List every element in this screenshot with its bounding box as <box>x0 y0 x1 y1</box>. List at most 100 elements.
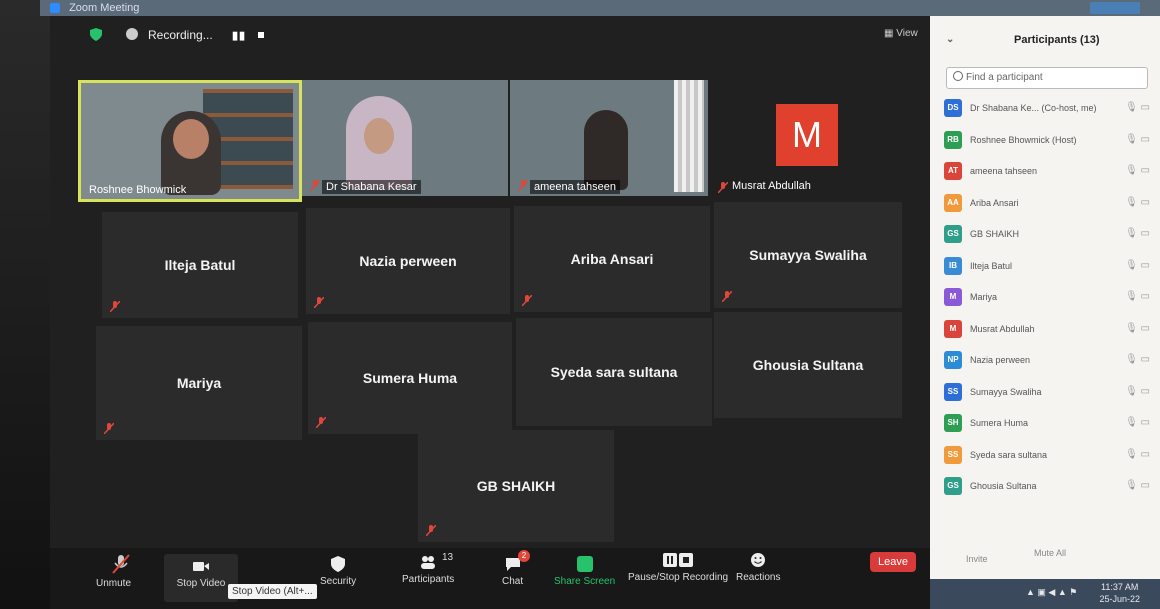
muted-mic-icon <box>522 295 532 306</box>
mute-all-button[interactable]: Mute All <box>1034 548 1066 558</box>
participant-row[interactable]: AT ameena tahseen 🎙 ▭ <box>944 159 1154 183</box>
muted-mic-icon <box>426 525 436 536</box>
participant-face <box>173 119 209 159</box>
participant-avatar: SH <box>944 414 962 432</box>
participant-row[interactable]: GS GB SHAIKH 🎙 ▭ <box>944 222 1154 246</box>
participant-name: Mariya <box>970 292 998 302</box>
mic-camera-status-icon: 🎙 ▭ <box>1125 291 1150 302</box>
pause-recording-icon[interactable]: ▮▮ <box>232 29 246 42</box>
participant-avatar: M <box>944 319 962 338</box>
participant-avatar: SS <box>944 382 962 401</box>
unmute-label: Unmute <box>96 578 132 589</box>
participant-name: GB SHAIKH <box>970 229 1020 239</box>
participant-face <box>364 118 394 154</box>
participant-name: Ghousia Sultana <box>752 357 864 373</box>
video-tile-roshnee[interactable]: Roshnee Bhowmick <box>78 80 302 202</box>
encryption-shield-icon[interactable] <box>90 28 102 41</box>
mic-camera-status-icon: 🎙 ▭ <box>1125 133 1150 145</box>
muted-mic-icon <box>310 180 320 191</box>
participant-name-tag: Roshnee Bhowmick <box>89 184 187 196</box>
participant-name: GB SHAIKH <box>476 478 556 494</box>
panel-title: Participants (13) <box>1014 34 1100 46</box>
participant-name-tag: ameena tahseen <box>530 180 620 194</box>
panel-header: ⌄ Participants (13) <box>930 16 1160 66</box>
mic-camera-status-icon: 🎙 ▭ <box>1125 322 1150 334</box>
video-tile-shabana[interactable]: Dr Shabana Kesar <box>302 80 508 196</box>
participant-row[interactable]: RB Roshnee Bhowmick (Host) 🎙 ▭ <box>944 128 1154 152</box>
tile-sumera[interactable]: Sumera Huma <box>308 322 512 434</box>
meeting-top-bar: Recording... ▮▮ ▦ View <box>50 24 930 46</box>
reactions-button[interactable]: Reactions <box>736 552 780 583</box>
participant-row[interactable]: GS Ghousia Sultana 🎙 ▭ <box>944 474 1154 498</box>
mic-camera-status-icon: 🎙 ▭ <box>1125 448 1150 460</box>
system-taskbar: ▲ ▣ ◀ ▲ ⚑ 11:37 AM 25-Jun-22 <box>930 579 1160 609</box>
participant-row[interactable]: M Musrat Abdullah 🎙 ▭ <box>944 317 1154 341</box>
recording-dot-icon <box>126 28 138 40</box>
chevron-down-icon[interactable]: ⌄ <box>946 34 954 45</box>
participant-avatar: GS <box>944 225 962 243</box>
view-button[interactable]: ▦ View <box>884 28 918 39</box>
participant-name: Roshnee Bhowmick (Host) <box>970 134 1077 145</box>
muted-mic-icon <box>316 417 326 428</box>
participant-row[interactable]: AA Ariba Ansari 🎙 ▭ <box>944 191 1154 215</box>
panel-footer: Invite Mute All <box>930 546 1160 574</box>
share-screen-button[interactable]: Share Screen <box>554 556 615 587</box>
participant-row[interactable]: DS Dr Shabana Ke... (Co-host, me) 🎙 ▭ <box>944 96 1154 120</box>
participant-name: Sumayya Swaliha <box>970 386 1042 397</box>
tile-ghousia[interactable]: Ghousia Sultana <box>714 312 902 418</box>
pause-stop-icon <box>663 553 694 567</box>
leave-button[interactable]: Leave <box>870 552 916 572</box>
video-camera-icon <box>193 562 209 571</box>
participant-avatar: GS <box>944 477 962 495</box>
clock-date: 25-Jun-22 <box>1099 594 1140 604</box>
tile-gb-shaikh[interactable]: GB SHAIKH <box>418 430 614 542</box>
tile-ariba[interactable]: Ariba Ansari <box>514 206 710 312</box>
participant-name: Syeda sara sultana <box>970 449 1048 460</box>
search-placeholder: Find a participant <box>966 72 1043 83</box>
tray-icons[interactable]: ▲ ▣ ◀ ▲ ⚑ <box>1026 587 1077 598</box>
participant-row[interactable]: NP Nazia perween 🎙 ▭ <box>944 348 1154 372</box>
tile-ilteja[interactable]: Ilteja Batul <box>102 212 298 318</box>
muted-mic-icon <box>314 297 324 308</box>
participant-name: Sumayya Swaliha <box>749 247 867 263</box>
stop-recording-icon[interactable] <box>258 32 264 38</box>
participant-search-input[interactable]: Find a participant <box>946 67 1148 89</box>
participant-row[interactable]: M Mariya 🎙 ▭ <box>944 285 1154 309</box>
muted-microphone-icon[interactable] <box>112 554 130 574</box>
security-label: Security <box>320 576 357 587</box>
participant-name: Mariya <box>176 375 222 391</box>
pause-stop-recording-button[interactable]: Pause/Stop Recording <box>628 552 728 583</box>
unmute-button[interactable]: Unmute <box>96 578 131 589</box>
tile-nazia[interactable]: Nazia perween <box>306 208 510 314</box>
participant-name: Ariba Ansari <box>970 197 1019 208</box>
tile-syeda[interactable]: Syeda sara sultana <box>516 318 712 426</box>
participant-name: Nazia perween <box>970 355 1031 365</box>
tile-mariya[interactable]: Mariya <box>96 326 302 440</box>
invite-button[interactable]: Invite <box>966 554 988 564</box>
participant-row[interactable]: SS Syeda sara sultana 🎙 ▭ <box>944 443 1154 467</box>
tile-sumayya[interactable]: Sumayya Swaliha <box>714 202 902 308</box>
musrat-avatar: M <box>776 104 838 166</box>
participant-avatar: SS <box>944 445 962 464</box>
participant-name-tag: Dr Shabana Kesar <box>322 180 421 194</box>
participants-count: 13 <box>442 552 454 563</box>
meeting-area: Recording... ▮▮ ▦ View Roshnee Bhowmick … <box>50 16 930 609</box>
chat-label: Chat <box>502 576 524 587</box>
window-title-bar: Zoom Meeting <box>40 0 1160 16</box>
video-tile-ameena[interactable]: ameena tahseen <box>510 80 708 196</box>
recording-label: Recording... <box>148 28 213 42</box>
participant-name: Syeda sara sultana <box>550 364 678 380</box>
participant-name: Musrat Abdullah <box>970 323 1035 334</box>
participant-row[interactable]: SH Sumera Huma 🎙 ▭ <box>944 411 1154 435</box>
window-controls[interactable] <box>1090 2 1140 14</box>
stop-video-button[interactable]: Stop Video <box>164 554 238 602</box>
muted-mic-icon <box>722 291 732 302</box>
security-button[interactable]: Security <box>320 556 356 587</box>
stop-video-tooltip: Stop Video (Alt+... <box>228 584 317 599</box>
participant-video <box>584 110 628 190</box>
share-screen-icon <box>576 556 593 572</box>
participant-row[interactable]: SS Sumayya Swaliha 🎙 ▭ <box>944 380 1154 404</box>
curtain <box>674 80 704 192</box>
participant-avatar: DS <box>944 99 962 117</box>
participant-row[interactable]: IB Ilteja Batul 🎙 ▭ <box>944 254 1154 278</box>
